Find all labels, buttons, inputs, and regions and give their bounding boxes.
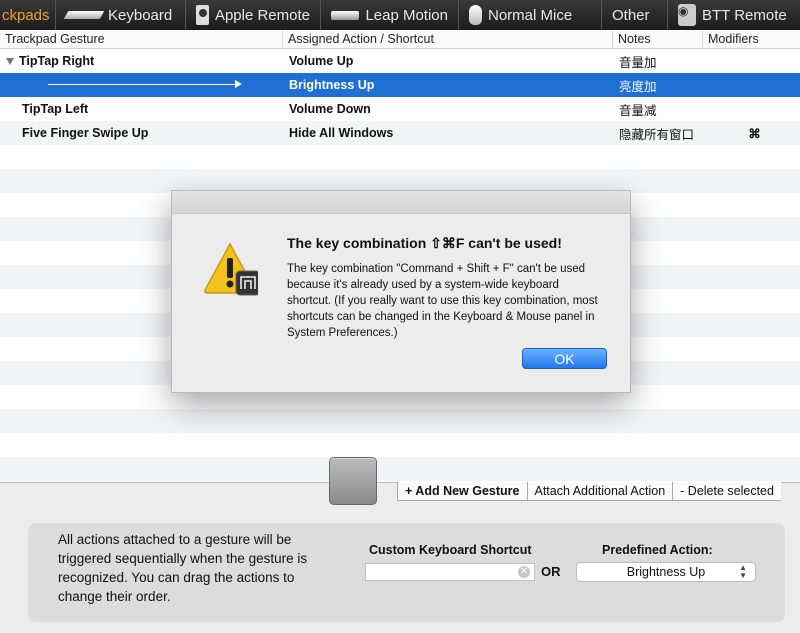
tab-other[interactable]: Other xyxy=(602,0,668,30)
disclosure-triangle-icon[interactable] xyxy=(6,58,14,66)
table-body: TipTap Right Volume Up 音量加 Brightness Up… xyxy=(0,49,800,145)
tab-label: Apple Remote xyxy=(214,6,310,24)
modifiers-cell: ⌘ xyxy=(748,126,761,141)
gesture-label: TipTap Right xyxy=(19,54,95,68)
gesture-preview-button[interactable] xyxy=(329,457,377,505)
tab-btt-remote[interactable]: ◉ BTT Remote xyxy=(668,0,800,30)
gesture-cell: Five Finger Swipe Up xyxy=(22,126,149,140)
column-header-gesture[interactable]: Trackpad Gesture xyxy=(0,30,283,48)
table-row[interactable]: Five Finger Swipe Up Hide All Windows 隐藏… xyxy=(0,121,800,145)
action-cell: Hide All Windows xyxy=(289,126,394,140)
remote-icon xyxy=(196,5,209,25)
custom-shortcut-label: Custom Keyboard Shortcut xyxy=(369,543,532,557)
tab-label: Leap Motion xyxy=(365,6,448,24)
tab-label: Keyboard xyxy=(108,6,173,24)
custom-shortcut-field[interactable]: ✕ xyxy=(365,563,535,581)
predefined-action-value: Brightness Up xyxy=(626,565,706,579)
sequence-arrow-icon xyxy=(48,80,242,88)
tab-label: ckpads xyxy=(2,6,50,24)
tab-leap-motion[interactable]: Leap Motion xyxy=(321,0,459,30)
column-header-modifiers[interactable]: Modifiers xyxy=(703,30,800,48)
info-text: All actions attached to a gesture will b… xyxy=(58,532,308,604)
gesture-cell: TipTap Left xyxy=(22,102,89,116)
tab-apple-remote[interactable]: Apple Remote xyxy=(186,0,321,30)
add-new-gesture-button[interactable]: + Add New Gesture xyxy=(397,482,528,501)
notes-cell: 音量加 xyxy=(619,55,657,70)
keyboard-icon xyxy=(63,11,105,19)
table-row[interactable]: TipTap Left Volume Down 音量减 xyxy=(0,97,800,121)
gesture-cell: TipTap Right xyxy=(0,54,283,68)
tab-keyboard[interactable]: Keyboard xyxy=(56,0,186,30)
tab-normal-mice[interactable]: Normal Mice xyxy=(459,0,602,30)
table-row[interactable]: TipTap Right Volume Up 音量加 xyxy=(0,49,800,73)
tab-label: BTT Remote xyxy=(702,6,787,24)
delete-selected-button[interactable]: - Delete selected xyxy=(673,482,781,501)
or-label: OR xyxy=(541,564,561,579)
action-config-panel: All actions attached to a gesture will b… xyxy=(28,523,785,622)
action-cell: Brightness Up xyxy=(289,78,375,92)
clear-icon[interactable]: ✕ xyxy=(518,566,530,578)
mouse-icon xyxy=(469,5,482,25)
toolbar: ckpads Keyboard Apple Remote Leap Motion… xyxy=(0,0,800,31)
dialog-titlebar xyxy=(172,191,630,214)
notes-cell: 音量减 xyxy=(619,103,657,118)
action-cell: Volume Down xyxy=(289,102,371,116)
attach-additional-action-button[interactable]: Attach Additional Action xyxy=(527,482,674,501)
leap-motion-icon xyxy=(331,10,360,20)
dialog-message: The key combination "Command + Shift + F… xyxy=(287,263,598,339)
predefined-action-label: Predefined Action: xyxy=(602,543,713,557)
table-header: Trackpad Gesture Assigned Action / Short… xyxy=(0,30,800,49)
alert-dialog: The key combination ⇧⌘F can't be used! T… xyxy=(171,190,631,393)
dialog-title: The key combination ⇧⌘F can't be used! xyxy=(287,235,562,251)
action-bar: + Add New Gesture Attach Additional Acti… xyxy=(397,482,781,501)
column-header-notes[interactable]: Notes xyxy=(613,30,703,48)
ok-button[interactable]: OK xyxy=(522,348,607,369)
tab-label: Normal Mice xyxy=(488,6,573,24)
tab-label: Other xyxy=(612,6,650,24)
predefined-action-select[interactable]: Brightness Up ▲ ▼ xyxy=(576,562,756,582)
chevron-updown-icon: ▲ ▼ xyxy=(739,563,747,580)
btt-remote-icon: ◉ xyxy=(678,4,696,26)
table-row-selected[interactable]: Brightness Up 亮度加 xyxy=(0,73,800,97)
action-cell: Volume Up xyxy=(289,54,354,68)
notes-cell: 亮度加 xyxy=(619,79,657,94)
column-header-action[interactable]: Assigned Action / Shortcut xyxy=(283,30,613,48)
warning-icon xyxy=(204,242,258,296)
notes-cell: 隐藏所有窗口 xyxy=(619,127,695,142)
tab-trackpads[interactable]: ckpads xyxy=(0,0,56,30)
